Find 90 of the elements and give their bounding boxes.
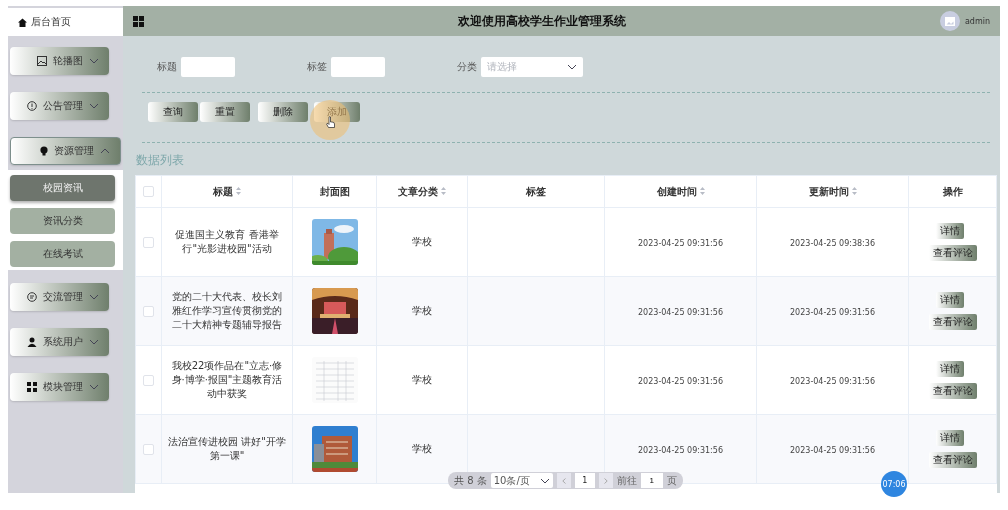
category-cell: 学校 xyxy=(412,374,432,385)
created-time: 2023-04-25 09:31:56 xyxy=(638,307,723,317)
page-unit-label: 页 xyxy=(666,473,677,488)
username[interactable]: admin xyxy=(964,16,990,26)
sort-icon[interactable] xyxy=(699,186,705,195)
sort-icon[interactable] xyxy=(851,186,857,195)
click-highlight xyxy=(310,100,350,140)
page-size-select[interactable]: 10条/页 xyxy=(490,473,553,488)
row-action-button[interactable]: 查看评论 xyxy=(928,314,977,330)
filter-label: 标签 xyxy=(307,60,327,74)
hand-cursor-icon xyxy=(326,116,335,128)
column-header: 标签 xyxy=(467,175,605,208)
action-button[interactable]: 查询 xyxy=(148,102,198,122)
chevron-down-icon xyxy=(567,64,577,70)
prev-page-button[interactable] xyxy=(556,473,571,488)
total-count: 共 8 条 xyxy=(454,473,487,488)
section-title: 数据列表 xyxy=(136,152,185,169)
updated-time: 2023-04-25 09:31:56 xyxy=(790,376,875,386)
column-header: 操作 xyxy=(908,175,997,208)
filter-label: 分类 xyxy=(457,60,477,74)
category-cell: 学校 xyxy=(412,305,432,316)
info-icon xyxy=(27,101,37,111)
row-checkbox[interactable] xyxy=(143,443,154,455)
sidebar-menu-item[interactable]: 公告管理 xyxy=(10,92,109,120)
next-page-button[interactable] xyxy=(598,473,613,488)
created-time: 2023-04-25 09:31:56 xyxy=(638,445,723,455)
row-action-button[interactable]: 详情 xyxy=(935,361,964,377)
submenu-item[interactable]: 校园资讯 xyxy=(10,175,115,201)
row-action-button[interactable]: 查看评论 xyxy=(928,245,977,261)
created-time: 2023-04-25 09:31:56 xyxy=(638,376,723,386)
row-action-button[interactable]: 查看评论 xyxy=(928,383,977,399)
chevron-down-icon xyxy=(89,58,99,64)
column-header[interactable]: 创建时间 xyxy=(604,175,757,208)
row-action-button[interactable]: 详情 xyxy=(935,292,964,308)
sidebar-menu-item[interactable]: 轮播图 xyxy=(10,47,109,75)
column-header[interactable]: 更新时间 xyxy=(756,175,909,208)
row-action-button[interactable]: 详情 xyxy=(935,430,964,446)
column-header: 封面图 xyxy=(292,175,377,208)
grid-menu-icon[interactable] xyxy=(133,15,144,27)
home-menu-item[interactable]: 后台首页 xyxy=(8,8,123,36)
filter-label: 标题 xyxy=(157,60,177,74)
grid-icon xyxy=(27,382,37,392)
category-cell: 学校 xyxy=(412,443,432,454)
app-title: 欢迎使用高校学生作业管理系统 xyxy=(456,12,627,30)
row-checkbox[interactable] xyxy=(143,305,154,317)
article-title: 我校22项作品在"立志·修身·博学·报国"主题教育活动中获奖 xyxy=(171,360,283,399)
chevron-right-icon xyxy=(603,477,608,484)
updated-time: 2023-04-25 09:31:56 xyxy=(790,307,875,317)
sidebar-menu-item[interactable]: 交流管理 xyxy=(10,283,109,311)
chat-icon xyxy=(27,292,37,302)
article-title: 法治宣传进校园 讲好"开学第一课" xyxy=(168,436,286,461)
submenu-item[interactable]: 资讯分类 xyxy=(10,208,115,234)
user-icon xyxy=(27,337,37,347)
updated-time: 2023-04-25 09:31:56 xyxy=(790,445,875,455)
home-icon xyxy=(18,17,27,27)
category-cell: 学校 xyxy=(412,236,432,247)
column-header[interactable]: 文章分类 xyxy=(376,175,468,208)
article-title: 党的二十大代表、校长刘雅红作学习宣传贯彻党的二十大精神专题辅导报告 xyxy=(172,291,282,330)
chevron-up-icon xyxy=(100,148,110,154)
column-header[interactable]: 标题 xyxy=(161,175,293,208)
submenu-item[interactable]: 在线考试 xyxy=(10,241,115,267)
row-action-button[interactable]: 查看评论 xyxy=(928,452,977,468)
chevron-down-icon xyxy=(539,477,550,484)
goto-label: 前往 xyxy=(616,473,637,488)
sort-icon[interactable] xyxy=(236,186,241,195)
bulb-icon xyxy=(40,146,48,156)
sidebar-menu-item[interactable]: 系统用户 xyxy=(10,328,109,356)
chevron-left-icon xyxy=(561,477,566,484)
sidebar-menu-item[interactable]: 资源管理 xyxy=(10,137,121,165)
goto-page-input[interactable]: 1 xyxy=(640,473,663,488)
chevron-down-icon xyxy=(89,339,99,345)
chevron-down-icon xyxy=(89,103,99,109)
image-icon xyxy=(37,56,47,66)
sort-icon[interactable] xyxy=(441,186,446,195)
article-title: 促進国主义教育 香港举行"光影进校园"活动 xyxy=(175,229,279,254)
chevron-down-icon xyxy=(89,384,99,390)
current-page[interactable]: 1 xyxy=(574,473,595,488)
chevron-down-icon xyxy=(89,294,99,300)
row-checkbox[interactable] xyxy=(143,236,154,248)
sidebar-menu-item[interactable]: 模块管理 xyxy=(10,373,109,401)
updated-time: 2023-04-25 09:38:36 xyxy=(790,238,875,248)
created-time: 2023-04-25 09:31:56 xyxy=(638,238,723,248)
action-button[interactable]: 重置 xyxy=(200,102,250,122)
filter-input[interactable] xyxy=(181,57,235,77)
row-action-button[interactable]: 详情 xyxy=(935,223,964,239)
action-button[interactable]: 删除 xyxy=(258,102,308,122)
avatar-icon[interactable] xyxy=(939,11,960,31)
row-checkbox[interactable] xyxy=(143,374,154,386)
filter-input[interactable] xyxy=(331,57,385,77)
select-all-checkbox[interactable] xyxy=(143,186,154,198)
